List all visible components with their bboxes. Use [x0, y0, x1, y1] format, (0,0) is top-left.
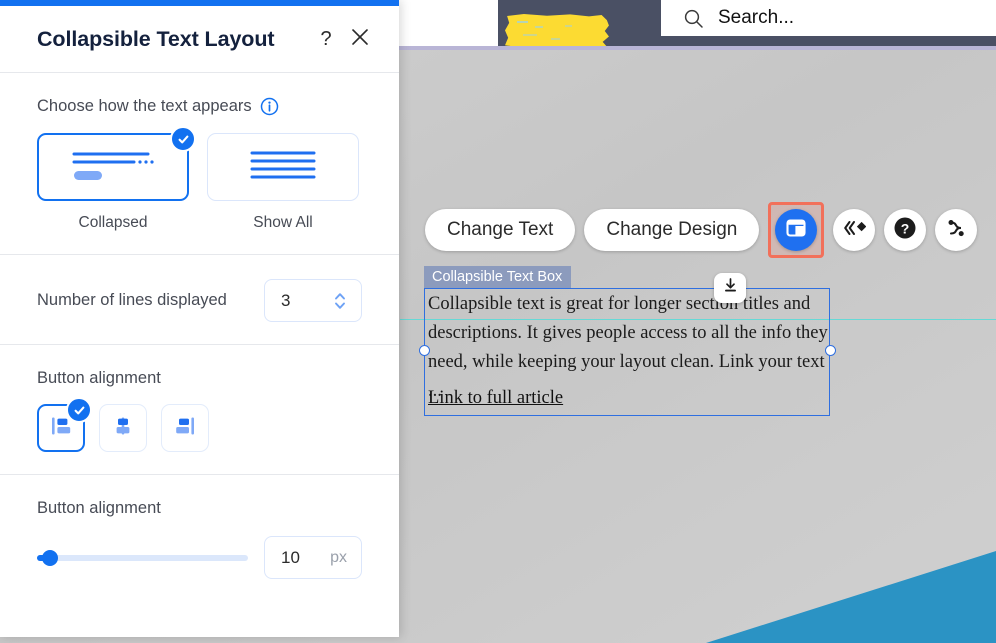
layout-option-collapsed-caption: Collapsed [78, 214, 148, 231]
spacing-unit: px [330, 548, 347, 566]
lines-displayed-section: Number of lines displayed 3 [0, 255, 399, 344]
layout-settings-button[interactable] [775, 209, 818, 251]
collapsed-preview-icon [58, 143, 168, 192]
lines-displayed-stepper[interactable]: 3 [264, 279, 362, 322]
layout-option-collapsed[interactable]: Collapsed [37, 126, 196, 232]
panel-header: Collapsible Text Layout ? [0, 6, 399, 72]
info-circle-icon[interactable] [260, 97, 279, 116]
help-button[interactable]: ? [884, 209, 927, 251]
layout-option-show-all-caption: Show All [253, 214, 313, 231]
layout-choice-section: Choose how the text appears Collapsed Sh… [0, 73, 399, 254]
connector-path-icon [944, 216, 968, 245]
align-right-icon [172, 413, 198, 444]
spacing-slider-thumb[interactable] [41, 549, 58, 566]
search-icon [683, 8, 704, 29]
layout-option-show-all[interactable]: Show All [207, 133, 359, 232]
selected-check-badge [170, 126, 196, 152]
button-alignment-options [37, 397, 362, 452]
layout-choice-label-row: Choose how the text appears [37, 97, 362, 116]
panel-help-button[interactable]: ? [309, 22, 343, 56]
lines-displayed-label: Number of lines displayed [37, 291, 227, 309]
svg-text:?: ? [901, 220, 910, 236]
spacing-slider[interactable] [37, 549, 248, 566]
spacing-value-field[interactable]: 10 px [264, 536, 362, 579]
canvas-decoration-wedge [706, 551, 996, 643]
align-right-button[interactable] [161, 404, 209, 452]
download-badge-button[interactable] [714, 273, 746, 303]
button-alignment-section: Button alignment [0, 345, 399, 474]
lines-displayed-value: 3 [281, 290, 291, 310]
svg-text:?: ? [320, 28, 331, 50]
align-center-button[interactable] [99, 404, 147, 452]
layout-option-show-all-card[interactable] [207, 133, 359, 201]
lines-displayed-row: Number of lines displayed 3 [37, 279, 362, 322]
spacing-section: Button alignment 10 px [0, 475, 399, 601]
spacing-slider-row: 10 px [37, 536, 362, 579]
selected-check-badge [66, 397, 92, 423]
change-text-button[interactable]: Change Text [425, 209, 576, 251]
close-x-icon [350, 27, 370, 52]
layout-panel-icon [785, 217, 807, 244]
download-icon [722, 277, 739, 299]
header-brush-graphic [505, 14, 609, 48]
stepper-arrows-icon[interactable] [332, 289, 348, 313]
align-center-icon [110, 413, 136, 444]
element-toolbar: Change Text Change Design ? [425, 202, 978, 258]
spacing-value: 10 [281, 547, 300, 567]
collapsible-link[interactable]: Link to full article [428, 388, 563, 409]
button-alignment-label: Button alignment [37, 369, 161, 387]
layout-button-highlight [768, 202, 825, 258]
animation-button[interactable] [833, 209, 876, 251]
change-design-button[interactable]: Change Design [584, 209, 760, 251]
panel-close-button[interactable] [343, 22, 377, 56]
connector-path-button[interactable] [935, 209, 978, 251]
layout-option-collapsed-card[interactable] [37, 126, 196, 201]
search-bar[interactable]: Search... [661, 0, 996, 36]
show-all-preview-icon [228, 143, 338, 192]
layout-choice-options: Collapsed Show All [37, 126, 362, 232]
resize-handle-left[interactable] [419, 345, 430, 356]
layout-choice-label: Choose how the text appears [37, 97, 252, 115]
help-circle-icon: ? [892, 215, 918, 246]
element-type-chip: Collapsible Text Box [424, 266, 572, 289]
search-placeholder-text: Search... [718, 7, 795, 28]
resize-handle-right[interactable] [825, 345, 836, 356]
panel-title: Collapsible Text Layout [37, 26, 275, 51]
spacing-label: Button alignment [37, 499, 161, 517]
collapsible-text-layout-panel: Collapsible Text Layout ? Choose how the… [0, 0, 399, 637]
align-left-button[interactable] [37, 397, 92, 452]
animation-icon [842, 218, 867, 243]
